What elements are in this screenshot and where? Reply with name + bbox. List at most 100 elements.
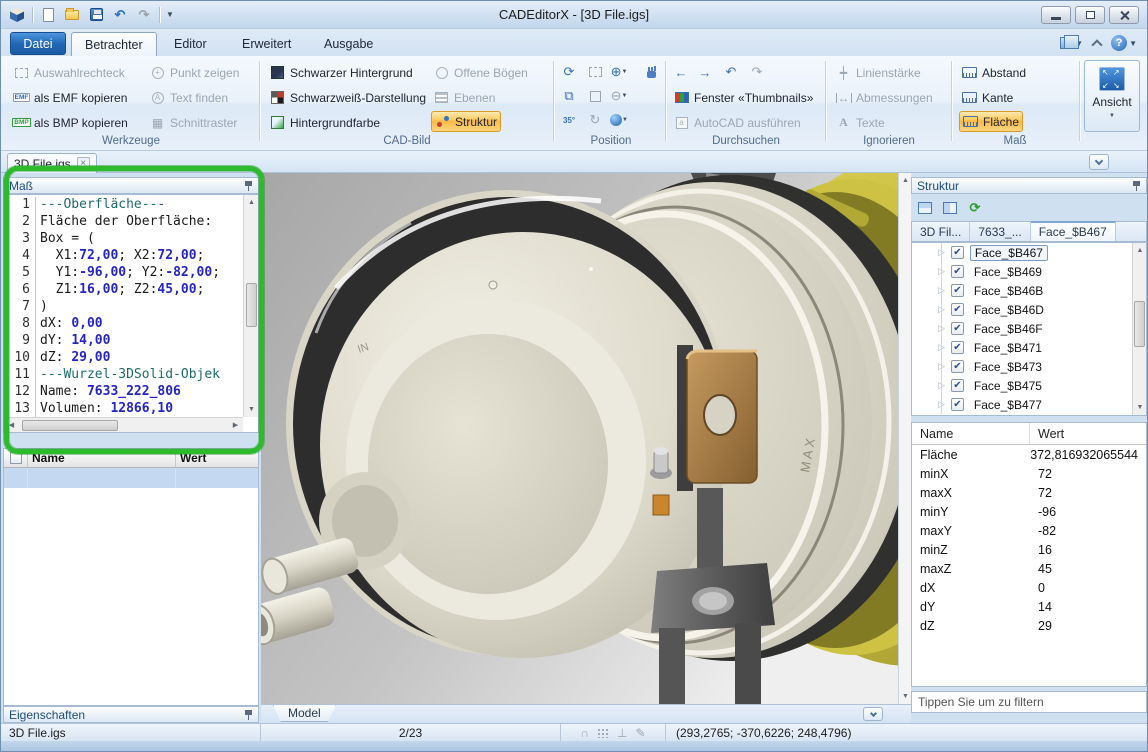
scrollbar-thumb[interactable]: [1134, 301, 1145, 347]
property-row[interactable]: maxY-82: [912, 521, 1146, 540]
save-button[interactable]: [87, 6, 105, 24]
mass-panel-header[interactable]: Maß: [3, 177, 259, 194]
rotate-35-icon[interactable]: 35°: [557, 109, 581, 131]
tree-item[interactable]: ▷✔Face_$B469: [912, 262, 1146, 281]
previous-view-icon[interactable]: ↶: [719, 61, 743, 83]
tree-item[interactable]: ▷✔Face_$B467: [912, 243, 1146, 262]
restore-button[interactable]: [1075, 6, 1105, 24]
split-horizontal-icon[interactable]: [915, 199, 935, 217]
column-name[interactable]: Name: [912, 423, 1030, 444]
pin-icon[interactable]: [1132, 180, 1141, 191]
refresh-icon[interactable]: ⟳: [965, 199, 985, 217]
btn-linienstaerke[interactable]: ┿Linienstärke: [833, 62, 924, 83]
scroll-left-icon[interactable]: ◀: [4, 418, 19, 433]
btn-abmessungen[interactable]: ↔Abmessungen: [833, 87, 936, 108]
checkbox[interactable]: ✔: [951, 246, 964, 259]
column-wert[interactable]: Wert: [176, 449, 258, 467]
scrollbar-thumb[interactable]: [22, 420, 118, 431]
tab-erweitert[interactable]: Erweitert: [229, 32, 304, 56]
checkbox[interactable]: ✔: [951, 398, 964, 411]
checkbox[interactable]: ✔: [951, 303, 964, 316]
collapse-ribbon-icon[interactable]: [1091, 39, 1102, 50]
new-file-button[interactable]: [39, 6, 57, 24]
checkbox[interactable]: ✔: [951, 284, 964, 297]
render-mode-icon[interactable]: ▼: [607, 109, 631, 131]
tree-item[interactable]: ▷✔Face_$B473: [912, 357, 1146, 376]
grid-icon[interactable]: [597, 728, 609, 738]
btn-flaeche[interactable]: Fläche: [959, 111, 1023, 132]
expand-icon[interactable]: ▷: [938, 380, 945, 391]
scroll-down-icon[interactable]: ▼: [244, 402, 259, 417]
tree-item[interactable]: ▷✔Face_$B477: [912, 395, 1146, 414]
rotate-icon[interactable]: ⟳: [557, 61, 581, 83]
checkbox[interactable]: ✔: [951, 265, 964, 278]
column-name[interactable]: Name: [28, 449, 176, 467]
vertical-scrollbar[interactable]: ▲ ▼: [243, 195, 258, 417]
eigenschaften-header[interactable]: Eigenschaften: [3, 706, 259, 723]
expand-icon[interactable]: ▷: [938, 399, 945, 410]
checkbox[interactable]: ✔: [951, 341, 964, 354]
viewport-scrollbar[interactable]: ▲ ▼: [898, 173, 911, 704]
btn-ebenen[interactable]: Ebenen: [431, 87, 498, 108]
column-wert[interactable]: Wert: [1030, 427, 1072, 441]
checkbox[interactable]: [10, 452, 22, 464]
btn-als-emf-kopieren[interactable]: EMFals EMF kopieren: [11, 87, 130, 108]
zoom-in-icon[interactable]: ⊕▼: [607, 61, 631, 83]
fit-view-icon[interactable]: [583, 85, 607, 107]
expand-icon[interactable]: ▷: [938, 304, 945, 315]
close-tab-icon[interactable]: ×: [77, 157, 90, 170]
help-button[interactable]: ?▼: [1111, 35, 1137, 51]
filter-input[interactable]: [911, 691, 1147, 713]
tab-editor[interactable]: Editor: [161, 32, 220, 56]
checkbox[interactable]: ✔: [951, 322, 964, 335]
pin-icon[interactable]: [244, 180, 253, 191]
app-icon[interactable]: [8, 6, 26, 24]
tab-datei[interactable]: Datei: [10, 32, 66, 55]
struktur-header[interactable]: Struktur: [911, 177, 1147, 194]
strip-expand-button[interactable]: [863, 707, 883, 721]
btn-texte[interactable]: ATexte: [833, 112, 888, 133]
split-vertical-icon[interactable]: [940, 199, 960, 217]
expand-icon[interactable]: ▷: [938, 285, 945, 296]
document-tab[interactable]: 3D File.igs ×: [7, 153, 97, 173]
mirror-icon[interactable]: ⧉: [557, 85, 581, 107]
snap-icon[interactable]: ∩: [580, 726, 589, 740]
tab-betrachter[interactable]: Betrachter: [71, 32, 157, 56]
strip-collapse-button[interactable]: [1089, 154, 1109, 170]
property-row[interactable]: dX0: [912, 578, 1146, 597]
tree-item[interactable]: ▷✔Face_$B471: [912, 338, 1146, 357]
header-checkbox-cell[interactable]: [4, 449, 28, 467]
undo-button[interactable]: ↶: [111, 6, 129, 24]
btn-als-bmp-kopieren[interactable]: BMPals BMP kopieren: [11, 112, 131, 133]
tree-item[interactable]: ▷✔Face_$B46D: [912, 300, 1146, 319]
property-row[interactable]: Fläche372,816932065544: [912, 445, 1146, 464]
property-row[interactable]: minY-96: [912, 502, 1146, 521]
tree-item[interactable]: ▷✔Face_$B46F: [912, 319, 1146, 338]
btn-schnittraster[interactable]: ▦Schnittraster: [147, 112, 240, 133]
measurement-text-area[interactable]: 1234567891011121314 ---Oberfläche---Fläc…: [3, 194, 259, 433]
tab-solid[interactable]: 7633_...: [970, 222, 1030, 241]
filter-box[interactable]: [911, 691, 1147, 713]
tree-scrollbar[interactable]: ▲ ▼: [1132, 243, 1146, 415]
btn-hintergrundfarbe[interactable]: Hintergrundfarbe: [267, 112, 383, 133]
back-icon[interactable]: ←: [669, 61, 693, 83]
open-file-button[interactable]: [63, 6, 81, 24]
checkbox[interactable]: ✔: [951, 360, 964, 373]
redo-button[interactable]: ↷: [135, 6, 153, 24]
btn-fenster-thumbnails[interactable]: Fenster «Thumbnails»: [671, 87, 816, 108]
btn-auswahlrechteck[interactable]: Auswahlrechteck: [11, 62, 128, 83]
horizontal-scrollbar[interactable]: ◀ ▶: [4, 417, 243, 432]
close-button[interactable]: [1109, 6, 1139, 24]
property-row[interactable]: maxX72: [912, 483, 1146, 502]
selected-empty-row[interactable]: [4, 468, 258, 488]
tab-face[interactable]: Face_$B467: [1031, 221, 1116, 241]
property-row[interactable]: maxZ45: [912, 559, 1146, 578]
tree-item[interactable]: ▷✔Face_$B46B: [912, 281, 1146, 300]
ortho-icon[interactable]: ⊥: [617, 726, 627, 740]
btn-schwarzer-hintergrund[interactable]: Schwarzer Hintergrund: [267, 62, 416, 83]
btn-autocad-ausfuehren[interactable]: aAutoCAD ausführen: [671, 112, 804, 133]
expand-icon[interactable]: ▷: [938, 361, 945, 372]
scroll-up-icon[interactable]: ▲: [244, 195, 259, 210]
orbit-icon[interactable]: ↻: [583, 109, 607, 131]
tab-3d-file[interactable]: 3D Fil...: [912, 222, 970, 241]
